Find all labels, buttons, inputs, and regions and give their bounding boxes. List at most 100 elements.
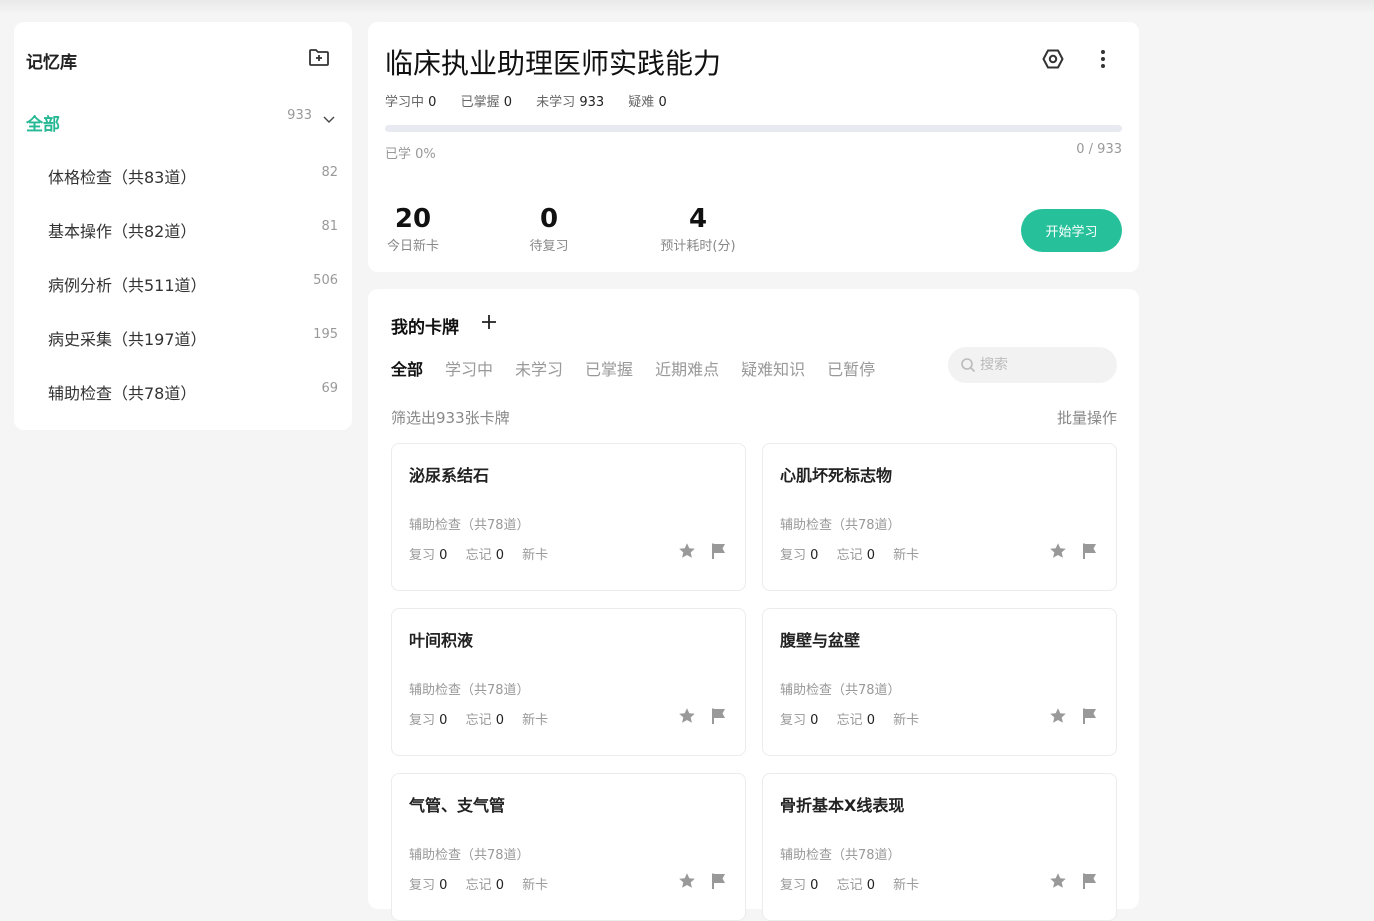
forget-count: 0 — [495, 548, 505, 563]
sidebar-item-count: 506 — [313, 273, 338, 288]
star-icon[interactable] — [1049, 542, 1067, 560]
sidebar-item-label: 体格检查（共83道） — [48, 168, 197, 187]
review-label: 复习 — [409, 713, 436, 728]
sidebar-item-label: 基本操作（共82道） — [48, 222, 197, 241]
card-title: 泌尿系结石 — [409, 466, 490, 485]
forget-count: 0 — [495, 878, 505, 893]
card-item[interactable]: 泌尿系结石 辅助检查（共78道） 复习 0 忘记 0 新卡 — [391, 443, 746, 591]
card-title: 气管、支气管 — [409, 796, 506, 815]
sidebar-item-basic-operation[interactable]: 基本操作（共82道） 81 — [48, 218, 338, 242]
flag-icon[interactable] — [1081, 872, 1099, 890]
cards-panel-title: 我的卡牌 — [391, 318, 459, 338]
deck-overview-card: 临床执业助理医师实践能力 学习中 0 已掌握 0 未学习 933 疑难 0 已学… — [368, 22, 1139, 272]
forget-count: 0 — [495, 713, 505, 728]
forget-label: 忘记 — [836, 713, 863, 728]
card-title: 心肌坏死标志物 — [780, 466, 893, 485]
tab-difficult-knowledge[interactable]: 疑难知识 — [741, 356, 805, 380]
card-item[interactable]: 气管、支气管 辅助检查（共78道） 复习 0 忘记 0 新卡 — [391, 773, 746, 921]
search-input[interactable] — [980, 353, 1108, 377]
tab-paused[interactable]: 已暂停 — [827, 356, 875, 380]
stat-unlearned: 未学习 933 — [536, 95, 604, 110]
metric-value: 0 — [539, 204, 559, 234]
flag-icon[interactable] — [1081, 542, 1099, 560]
sidebar-item-label: 辅助检查（共78道） — [48, 384, 197, 403]
search-icon — [961, 358, 976, 373]
chevron-down-icon[interactable] — [322, 112, 336, 126]
review-label: 复习 — [780, 878, 807, 893]
stat-value: 0 — [428, 95, 437, 110]
sidebar-item-auxiliary-exam[interactable]: 辅助检查（共78道） 69 — [48, 380, 338, 404]
card-item[interactable]: 腹壁与盆壁 辅助检查（共78道） 复习 0 忘记 0 新卡 — [762, 608, 1117, 756]
review-label: 复习 — [409, 878, 436, 893]
card-item[interactable]: 骨折基本X线表现 辅助检查（共78道） 复习 0 忘记 0 新卡 — [762, 773, 1117, 921]
forget-label: 忘记 — [836, 878, 863, 893]
cards-panel: 我的卡牌 全部学习中未学习已掌握近期难点疑难知识已暂停 筛选出933张卡牌 批量… — [368, 289, 1139, 921]
sidebar-item-count: 81 — [321, 219, 338, 234]
review-count: 0 — [810, 878, 819, 893]
tab-mastered[interactable]: 已掌握 — [585, 356, 633, 380]
settings-icon[interactable] — [1042, 48, 1064, 70]
sidebar-item-count: 195 — [313, 327, 338, 342]
review-label: 复习 — [409, 548, 436, 563]
stat-mastered: 已掌握 0 — [461, 95, 512, 110]
batch-operation-link[interactable]: 批量操作 — [1057, 407, 1117, 428]
forget-count: 0 — [866, 713, 876, 728]
card-category: 辅助检查（共78道） — [780, 848, 901, 863]
star-icon[interactable] — [678, 872, 696, 890]
card-stats: 复习 0 忘记 0 新卡 — [409, 544, 548, 563]
sidebar-item-label: 病例分析（共511道） — [48, 276, 207, 295]
star-icon[interactable] — [1049, 707, 1067, 725]
start-study-button[interactable]: 开始学习 — [1021, 209, 1122, 252]
tab-recent-difficult[interactable]: 近期难点 — [655, 356, 719, 380]
stat-label: 学习中 — [385, 95, 425, 110]
forget-label: 忘记 — [465, 878, 492, 893]
flag-icon[interactable] — [710, 542, 728, 560]
sidebar-item-all[interactable]: 全部 933 — [26, 108, 336, 135]
page-title: 临床执业助理医师实践能力 — [385, 47, 722, 80]
metric-pending-review: 0 待复习 — [528, 204, 570, 254]
sidebar-item-case-analysis[interactable]: 病例分析（共511道） 506 — [48, 272, 338, 296]
forget-label: 忘记 — [836, 548, 863, 563]
forget-count: 0 — [866, 548, 876, 563]
sidebar-item-count: 82 — [321, 165, 338, 180]
top-shadow — [0, 0, 1374, 14]
learned-ratio: 0 / 933 — [1076, 142, 1122, 157]
review-count: 0 — [810, 548, 819, 563]
card-item[interactable]: 叶间积液 辅助检查（共78道） 复习 0 忘记 0 新卡 — [391, 608, 746, 756]
plus-icon[interactable] — [480, 313, 498, 331]
sidebar: 记忆库 全部 933 体格检查（共83道） 82 基本操作（共82道） 81 病… — [14, 22, 352, 430]
metric-label: 待复习 — [529, 239, 569, 254]
review-count: 0 — [810, 713, 819, 728]
metric-value: 4 — [688, 204, 708, 234]
folder-add-icon[interactable] — [308, 46, 330, 68]
metric-new-today: 20 今日新卡 — [385, 204, 441, 254]
sidebar-item-history-taking[interactable]: 病史采集（共197道） 195 — [48, 326, 338, 350]
tab-unlearned[interactable]: 未学习 — [515, 356, 563, 380]
flag-icon[interactable] — [1081, 707, 1099, 725]
card-stats: 复习 0 忘记 0 新卡 — [780, 874, 919, 893]
metric-estimated-time: 4 预计耗时(分) — [658, 204, 738, 254]
star-icon[interactable] — [678, 542, 696, 560]
card-status: 新卡 — [522, 713, 549, 728]
tab-learning[interactable]: 学习中 — [445, 356, 493, 380]
stat-label: 疑难 — [628, 95, 655, 110]
star-icon[interactable] — [1049, 872, 1067, 890]
metric-label: 今日新卡 — [386, 239, 439, 254]
sidebar-item-physical-exam[interactable]: 体格检查（共83道） 82 — [48, 164, 338, 188]
card-category: 辅助检查（共78道） — [780, 683, 901, 698]
review-count: 0 — [439, 548, 448, 563]
deck-stats: 学习中 0 已掌握 0 未学习 933 疑难 0 — [385, 91, 687, 110]
stat-label: 未学习 — [536, 95, 576, 110]
more-vertical-icon[interactable] — [1092, 48, 1114, 70]
sidebar-item-label: 全部 — [26, 115, 60, 135]
filter-tabs: 全部 学习中 未学习 已掌握 近期难点 疑难知识 已暂停 — [391, 356, 897, 380]
card-stats: 复习 0 忘记 0 新卡 — [409, 874, 548, 893]
stat-difficult: 疑难 0 — [628, 95, 666, 110]
tab-all[interactable]: 全部 — [391, 356, 423, 380]
card-item[interactable]: 心肌坏死标志物 辅助检查（共78道） 复习 0 忘记 0 新卡 — [762, 443, 1117, 591]
card-category: 辅助检查（共78道） — [409, 518, 530, 533]
forget-label: 忘记 — [465, 548, 492, 563]
flag-icon[interactable] — [710, 707, 728, 725]
flag-icon[interactable] — [710, 872, 728, 890]
star-icon[interactable] — [678, 707, 696, 725]
